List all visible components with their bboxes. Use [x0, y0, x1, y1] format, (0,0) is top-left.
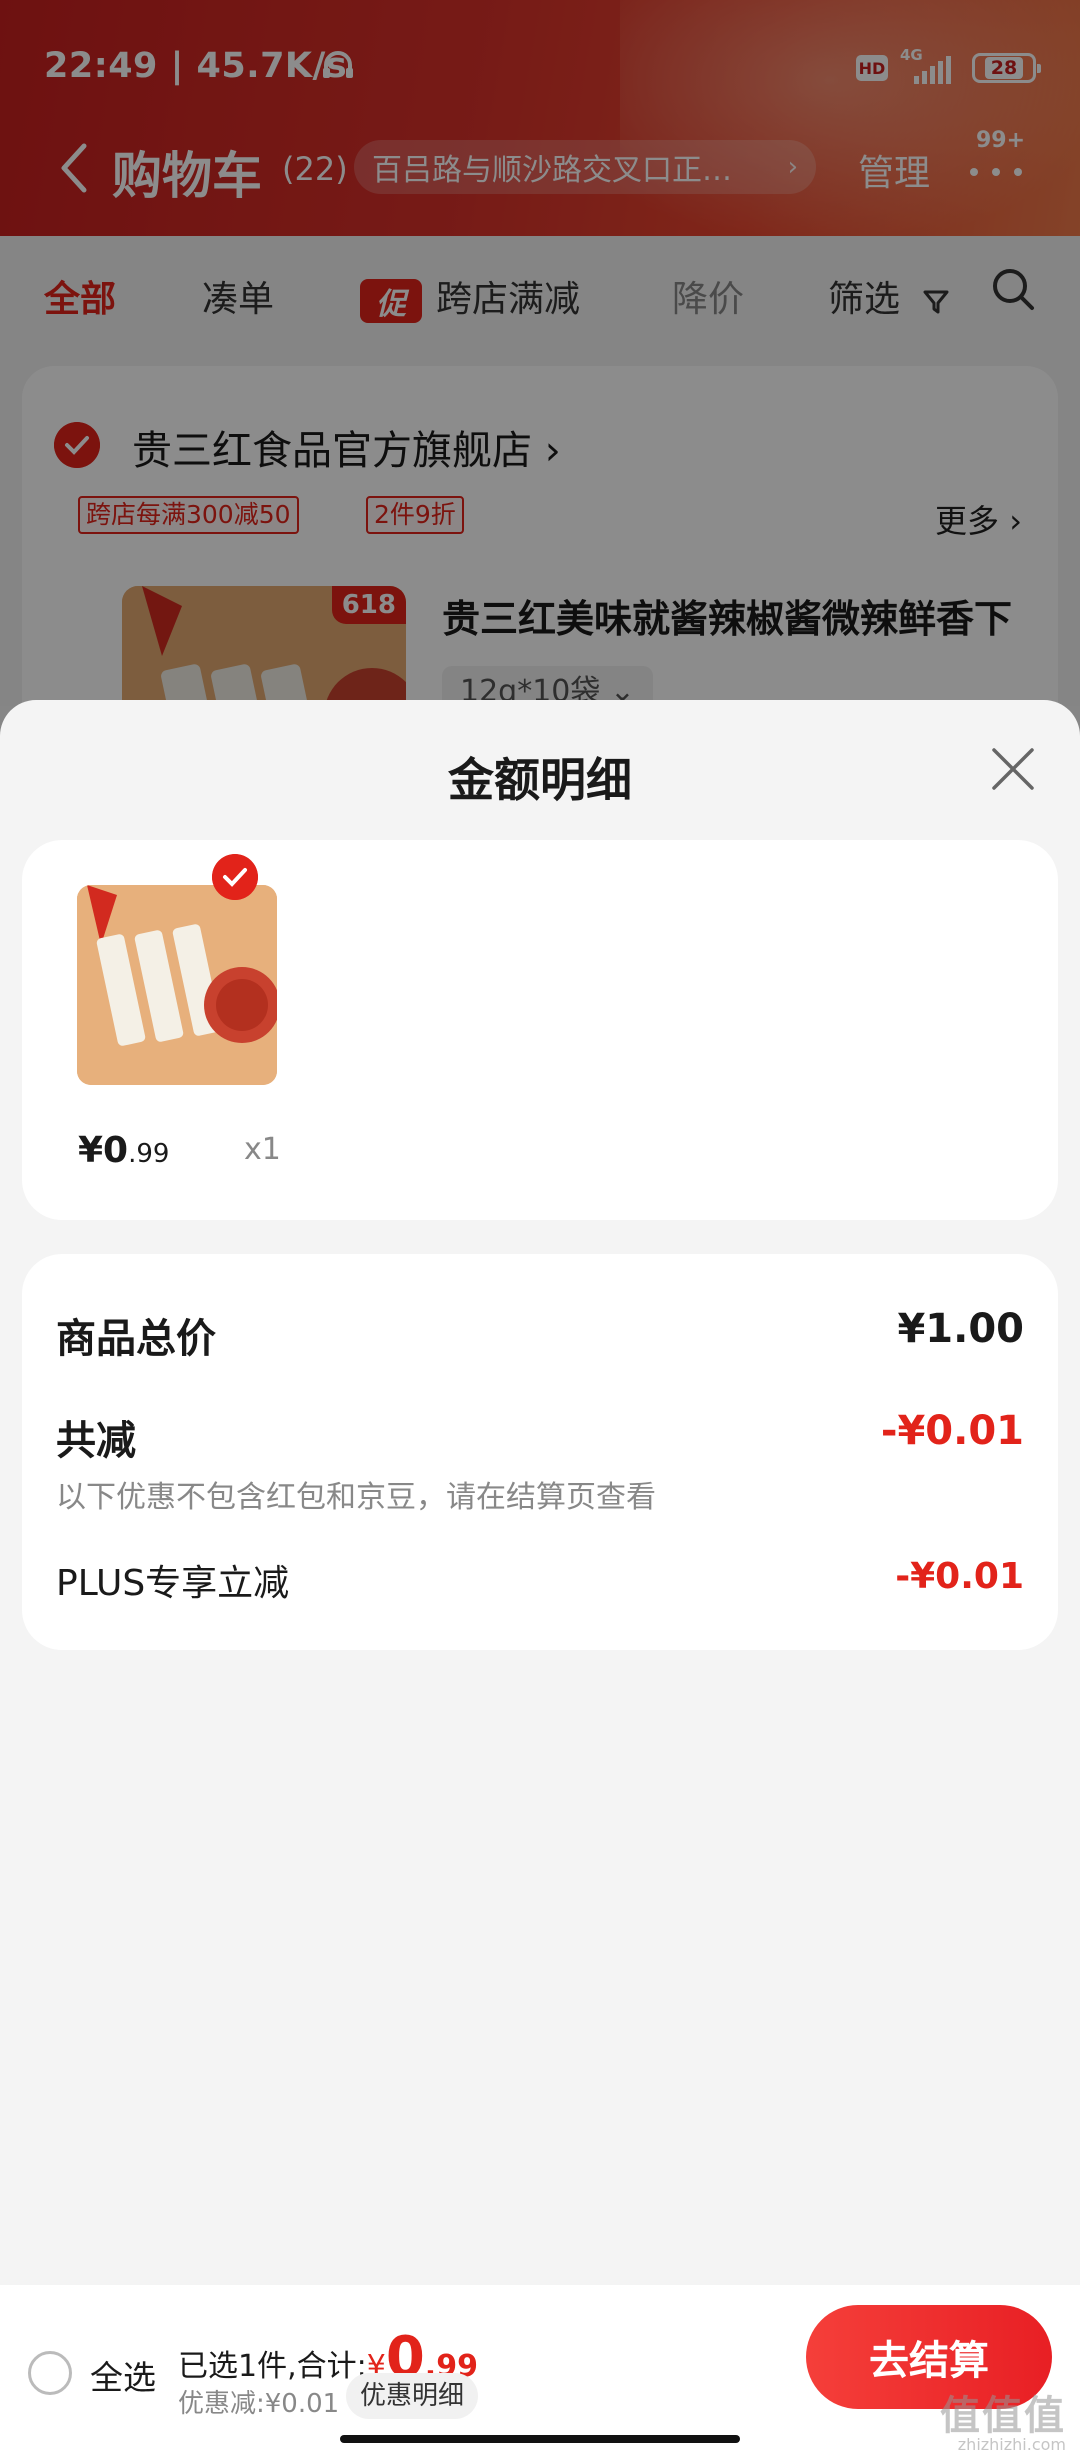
total-price-label: 商品总价 [56, 1316, 216, 1362]
item-thumbnail[interactable] [77, 885, 277, 1085]
amount-detail-sheet: 金额明细 ¥0.99 x1 商品总价 ¥1.00 共减 -¥0.01 以下优惠不… [0, 700, 1080, 2285]
checkout-footer: 全选 已选1件,合计:¥0.99 优惠减:¥0.01 优惠明细 去结算 值值值 … [0, 2285, 1080, 2460]
discount-detail-button[interactable]: 优惠明细 [346, 2373, 479, 2419]
select-all-label[interactable]: 全选 [90, 2351, 156, 2399]
total-reduce-value: -¥0.01 [880, 1408, 1024, 1454]
total-price-value: ¥1.00 [897, 1306, 1024, 1352]
watermark-url: zhizhizhi.com [957, 2435, 1066, 2454]
item-image [77, 885, 277, 1085]
discount-amount: 优惠减:¥0.01 [178, 2389, 340, 2419]
summary-card: 商品总价 ¥1.00 共减 -¥0.01 以下优惠不包含红包和京豆，请在结算页查… [22, 1254, 1058, 1650]
sheet-title: 金额明细 [448, 753, 632, 807]
plus-discount-label: PLUS专享立减 [56, 1563, 290, 1604]
item-quantity: x1 [244, 1132, 281, 1167]
watermark-logo: 值值值 [940, 2393, 1066, 2439]
item-check-icon [212, 854, 258, 900]
close-icon[interactable] [988, 744, 1038, 794]
plus-discount-value: -¥0.01 [895, 1556, 1024, 1597]
total-reduce-label: 共减 [56, 1418, 136, 1464]
item-price: ¥0.99 [78, 1130, 170, 1171]
home-indicator[interactable] [340, 2435, 740, 2443]
items-card: ¥0.99 x1 [22, 840, 1058, 1220]
select-all-radio[interactable] [28, 2351, 72, 2395]
discount-note: 以下优惠不包含红包和京豆，请在结算页查看 [56, 1480, 656, 1515]
